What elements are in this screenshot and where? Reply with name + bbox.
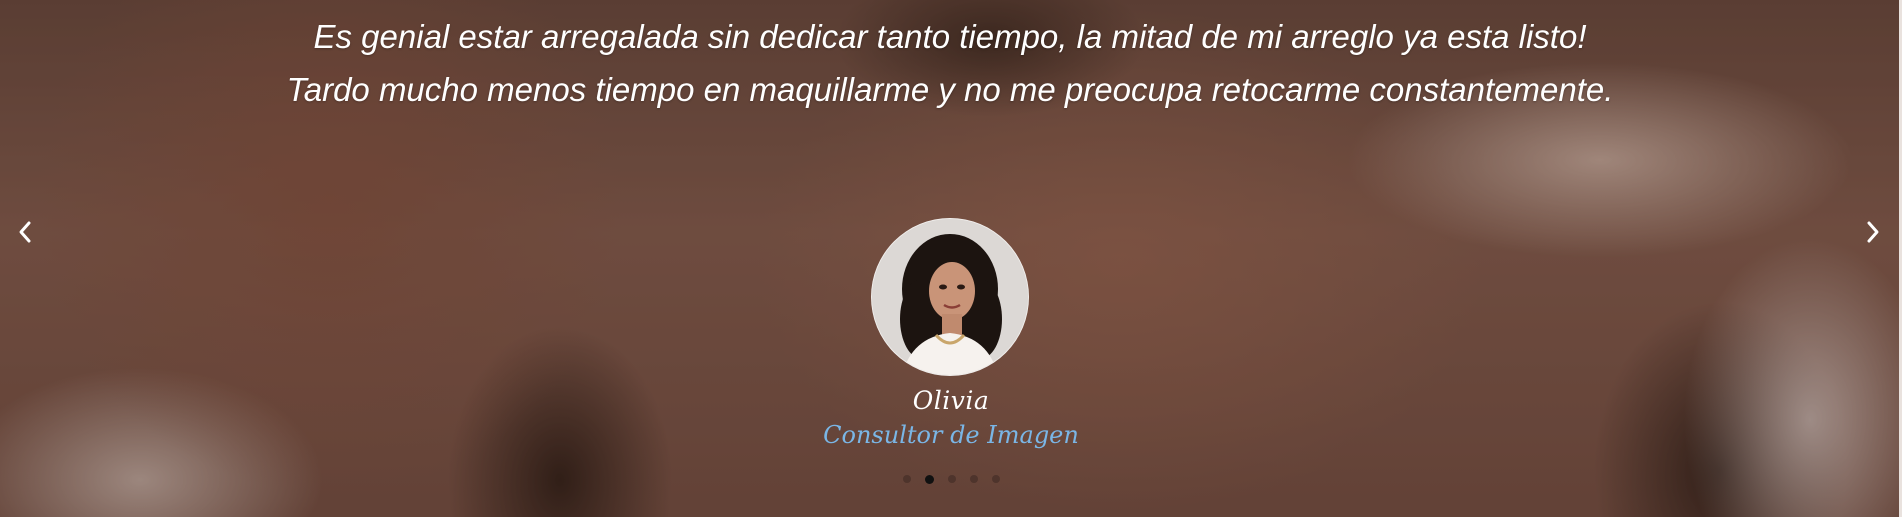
carousel-dot-3[interactable] xyxy=(947,475,956,483)
carousel-dot-4[interactable] xyxy=(969,475,978,483)
carousel-pagination xyxy=(0,475,1902,484)
chevron-right-icon xyxy=(1867,221,1879,243)
testimonial-quote: Es genial estar arregalada sin dedicar t… xyxy=(286,18,1614,108)
carousel-dot-1[interactable] xyxy=(902,475,911,483)
carousel-dot-2[interactable] xyxy=(924,475,934,484)
chevron-left-icon xyxy=(19,221,31,243)
carousel-dot-5[interactable] xyxy=(991,475,1000,483)
carousel-next-button[interactable] xyxy=(1858,215,1888,249)
avatar xyxy=(871,218,1029,376)
testimonial-author-name: Olivia xyxy=(912,386,990,415)
avatar-portrait xyxy=(872,219,1028,375)
carousel-prev-button[interactable] xyxy=(10,215,40,249)
testimonial-author-role: Consultor de Imagen xyxy=(823,421,1079,449)
